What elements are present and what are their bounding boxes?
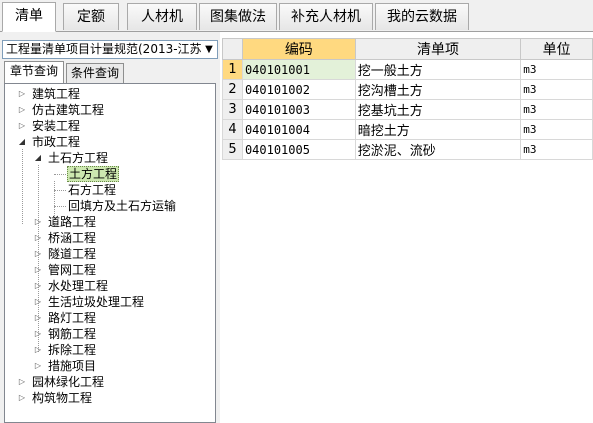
tab-bill[interactable]: 清单: [2, 2, 56, 32]
tab-quota[interactable]: 定额: [63, 3, 119, 30]
tree-node-pipe-network[interactable]: ▷ 管网工程: [33, 262, 97, 278]
tree-connector: [54, 190, 66, 191]
code-cell[interactable]: 040101005: [241, 139, 356, 160]
tree-node-street-lights[interactable]: ▷ 路灯工程: [33, 310, 97, 326]
row-number: 2: [222, 79, 243, 100]
unit-cell[interactable]: m3: [520, 79, 593, 100]
dropdown-arrow-icon[interactable]: ▼: [201, 41, 217, 58]
tree-node-stone-work[interactable]: 石方工程: [67, 182, 117, 198]
expand-arrow-icon[interactable]: ▷: [17, 102, 27, 118]
tree-node-structures[interactable]: ▷ 构筑物工程: [17, 390, 93, 406]
expand-arrow-icon[interactable]: ▷: [33, 246, 43, 262]
bill-items-grid: 编码 清单项 单位 1 040101001 挖一般土方 m3 2 0401010…: [222, 38, 593, 423]
expand-arrow-icon[interactable]: ▷: [17, 390, 27, 406]
tree-node-bridge[interactable]: ▷ 桥涵工程: [33, 230, 97, 246]
item-cell[interactable]: 挖一般土方: [354, 59, 522, 80]
tree-connector: [22, 149, 23, 224]
tree-node-municipal[interactable]: ◢ 市政工程: [17, 134, 81, 150]
tree-node-earthwork[interactable]: ◢ 土石方工程: [33, 150, 109, 166]
tree-node-landscaping[interactable]: ▷ 园林绿化工程: [17, 374, 105, 390]
unit-cell[interactable]: m3: [520, 99, 593, 120]
left-panel: 工程量清单项目计量规范(2013-江苏 ▼ 章节查询 条件查询 ▷ 建筑工程 ▷ 仿…: [0, 32, 220, 423]
header-row: 编码 清单项 单位: [222, 38, 593, 60]
item-cell[interactable]: 挖淤泥、流砂: [354, 139, 522, 160]
expand-arrow-icon[interactable]: ▷: [17, 86, 27, 102]
item-column-header[interactable]: 清单项: [354, 38, 522, 60]
row-number: 5: [222, 139, 243, 160]
expand-arrow-icon[interactable]: ▷: [33, 326, 43, 342]
table-row[interactable]: 4 040101004 暗挖土方 m3: [222, 119, 593, 140]
collapse-arrow-icon[interactable]: ◢: [33, 150, 43, 166]
expand-arrow-icon[interactable]: ▷: [17, 118, 27, 134]
tree-node-antique-building[interactable]: ▷ 仿古建筑工程: [17, 102, 105, 118]
row-number: 4: [222, 119, 243, 140]
table-row[interactable]: 5 040101005 挖淤泥、流砂 m3: [222, 139, 593, 160]
expand-arrow-icon[interactable]: ▷: [33, 230, 43, 246]
tree-node-measures[interactable]: ▷ 措施项目: [33, 358, 97, 374]
chapter-tree: ▷ 建筑工程 ▷ 仿古建筑工程 ▷ 安装工程 ◢ 市政工程 ◢ 土石方工程 土方工程 石方…: [4, 83, 216, 423]
tree-connector: [54, 174, 66, 175]
code-cell[interactable]: 040101003: [241, 99, 356, 120]
unit-cell[interactable]: m3: [520, 119, 593, 140]
code-column-header[interactable]: 编码: [241, 38, 356, 60]
item-cell[interactable]: 挖沟槽土方: [354, 79, 522, 100]
table-row[interactable]: 1 040101001 挖一般土方 m3: [222, 59, 593, 80]
expand-arrow-icon[interactable]: ▷: [17, 374, 27, 390]
tab-labor-material-machine[interactable]: 人材机: [127, 3, 197, 30]
expand-arrow-icon[interactable]: ▷: [33, 262, 43, 278]
table-row[interactable]: 3 040101003 挖基坑土方 m3: [222, 99, 593, 120]
tree-node-building[interactable]: ▷ 建筑工程: [17, 86, 81, 102]
tree-node-installation[interactable]: ▷ 安装工程: [17, 118, 81, 134]
norm-select[interactable]: 工程量清单项目计量规范(2013-江苏 ▼: [2, 40, 218, 59]
expand-arrow-icon[interactable]: ▷: [33, 358, 43, 374]
subtab-chapter-query[interactable]: 章节查询: [4, 61, 64, 84]
code-cell[interactable]: 040101001: [241, 59, 356, 80]
tree-node-water-treatment[interactable]: ▷ 水处理工程: [33, 278, 109, 294]
unit-cell[interactable]: m3: [520, 139, 593, 160]
expand-arrow-icon[interactable]: ▷: [33, 342, 43, 358]
row-number-header[interactable]: [222, 38, 243, 60]
item-cell[interactable]: 暗挖土方: [354, 119, 522, 140]
table-row[interactable]: 2 040101002 挖沟槽土方 m3: [222, 79, 593, 100]
tree-node-road[interactable]: ▷ 道路工程: [33, 214, 97, 230]
row-number: 3: [222, 99, 243, 120]
row-number: 1: [222, 59, 243, 80]
bill-items-table: 编码 清单项 单位 1 040101001 挖一般土方 m3 2 0401010…: [222, 38, 593, 160]
collapse-arrow-icon[interactable]: ◢: [17, 134, 27, 150]
norm-select-value: 工程量清单项目计量规范(2013-江苏: [6, 42, 202, 56]
unit-column-header[interactable]: 单位: [520, 38, 593, 60]
tab-my-cloud-data[interactable]: 我的云数据: [375, 3, 469, 30]
unit-cell[interactable]: m3: [520, 59, 593, 80]
code-cell[interactable]: 040101004: [241, 119, 356, 140]
tree-node-soil-work[interactable]: 土方工程: [67, 166, 120, 182]
top-tab-bar: 清单 定额 人材机 图集做法 补充人材机 我的云数据: [0, 0, 593, 32]
tab-supplementary-materials[interactable]: 补充人材机: [279, 3, 373, 30]
subtab-condition-query[interactable]: 条件查询: [66, 63, 124, 83]
tree-node-rebar[interactable]: ▷ 钢筋工程: [33, 326, 97, 342]
tree-node-demolition[interactable]: ▷ 拆除工程: [33, 342, 97, 358]
expand-arrow-icon[interactable]: ▷: [33, 278, 43, 294]
expand-arrow-icon[interactable]: ▷: [33, 294, 43, 310]
item-cell[interactable]: 挖基坑土方: [354, 99, 522, 120]
tree-node-tunnel[interactable]: ▷ 隧道工程: [33, 246, 97, 262]
tree-node-backfill[interactable]: 回填方及土石方运输: [67, 198, 177, 214]
tab-atlas-method[interactable]: 图集做法: [199, 3, 277, 30]
expand-arrow-icon[interactable]: ▷: [33, 214, 43, 230]
tree-node-waste-treatment[interactable]: ▷ 生活垃圾处理工程: [33, 294, 145, 310]
tree-connector: [54, 206, 66, 207]
code-cell[interactable]: 040101002: [241, 79, 356, 100]
expand-arrow-icon[interactable]: ▷: [33, 310, 43, 326]
